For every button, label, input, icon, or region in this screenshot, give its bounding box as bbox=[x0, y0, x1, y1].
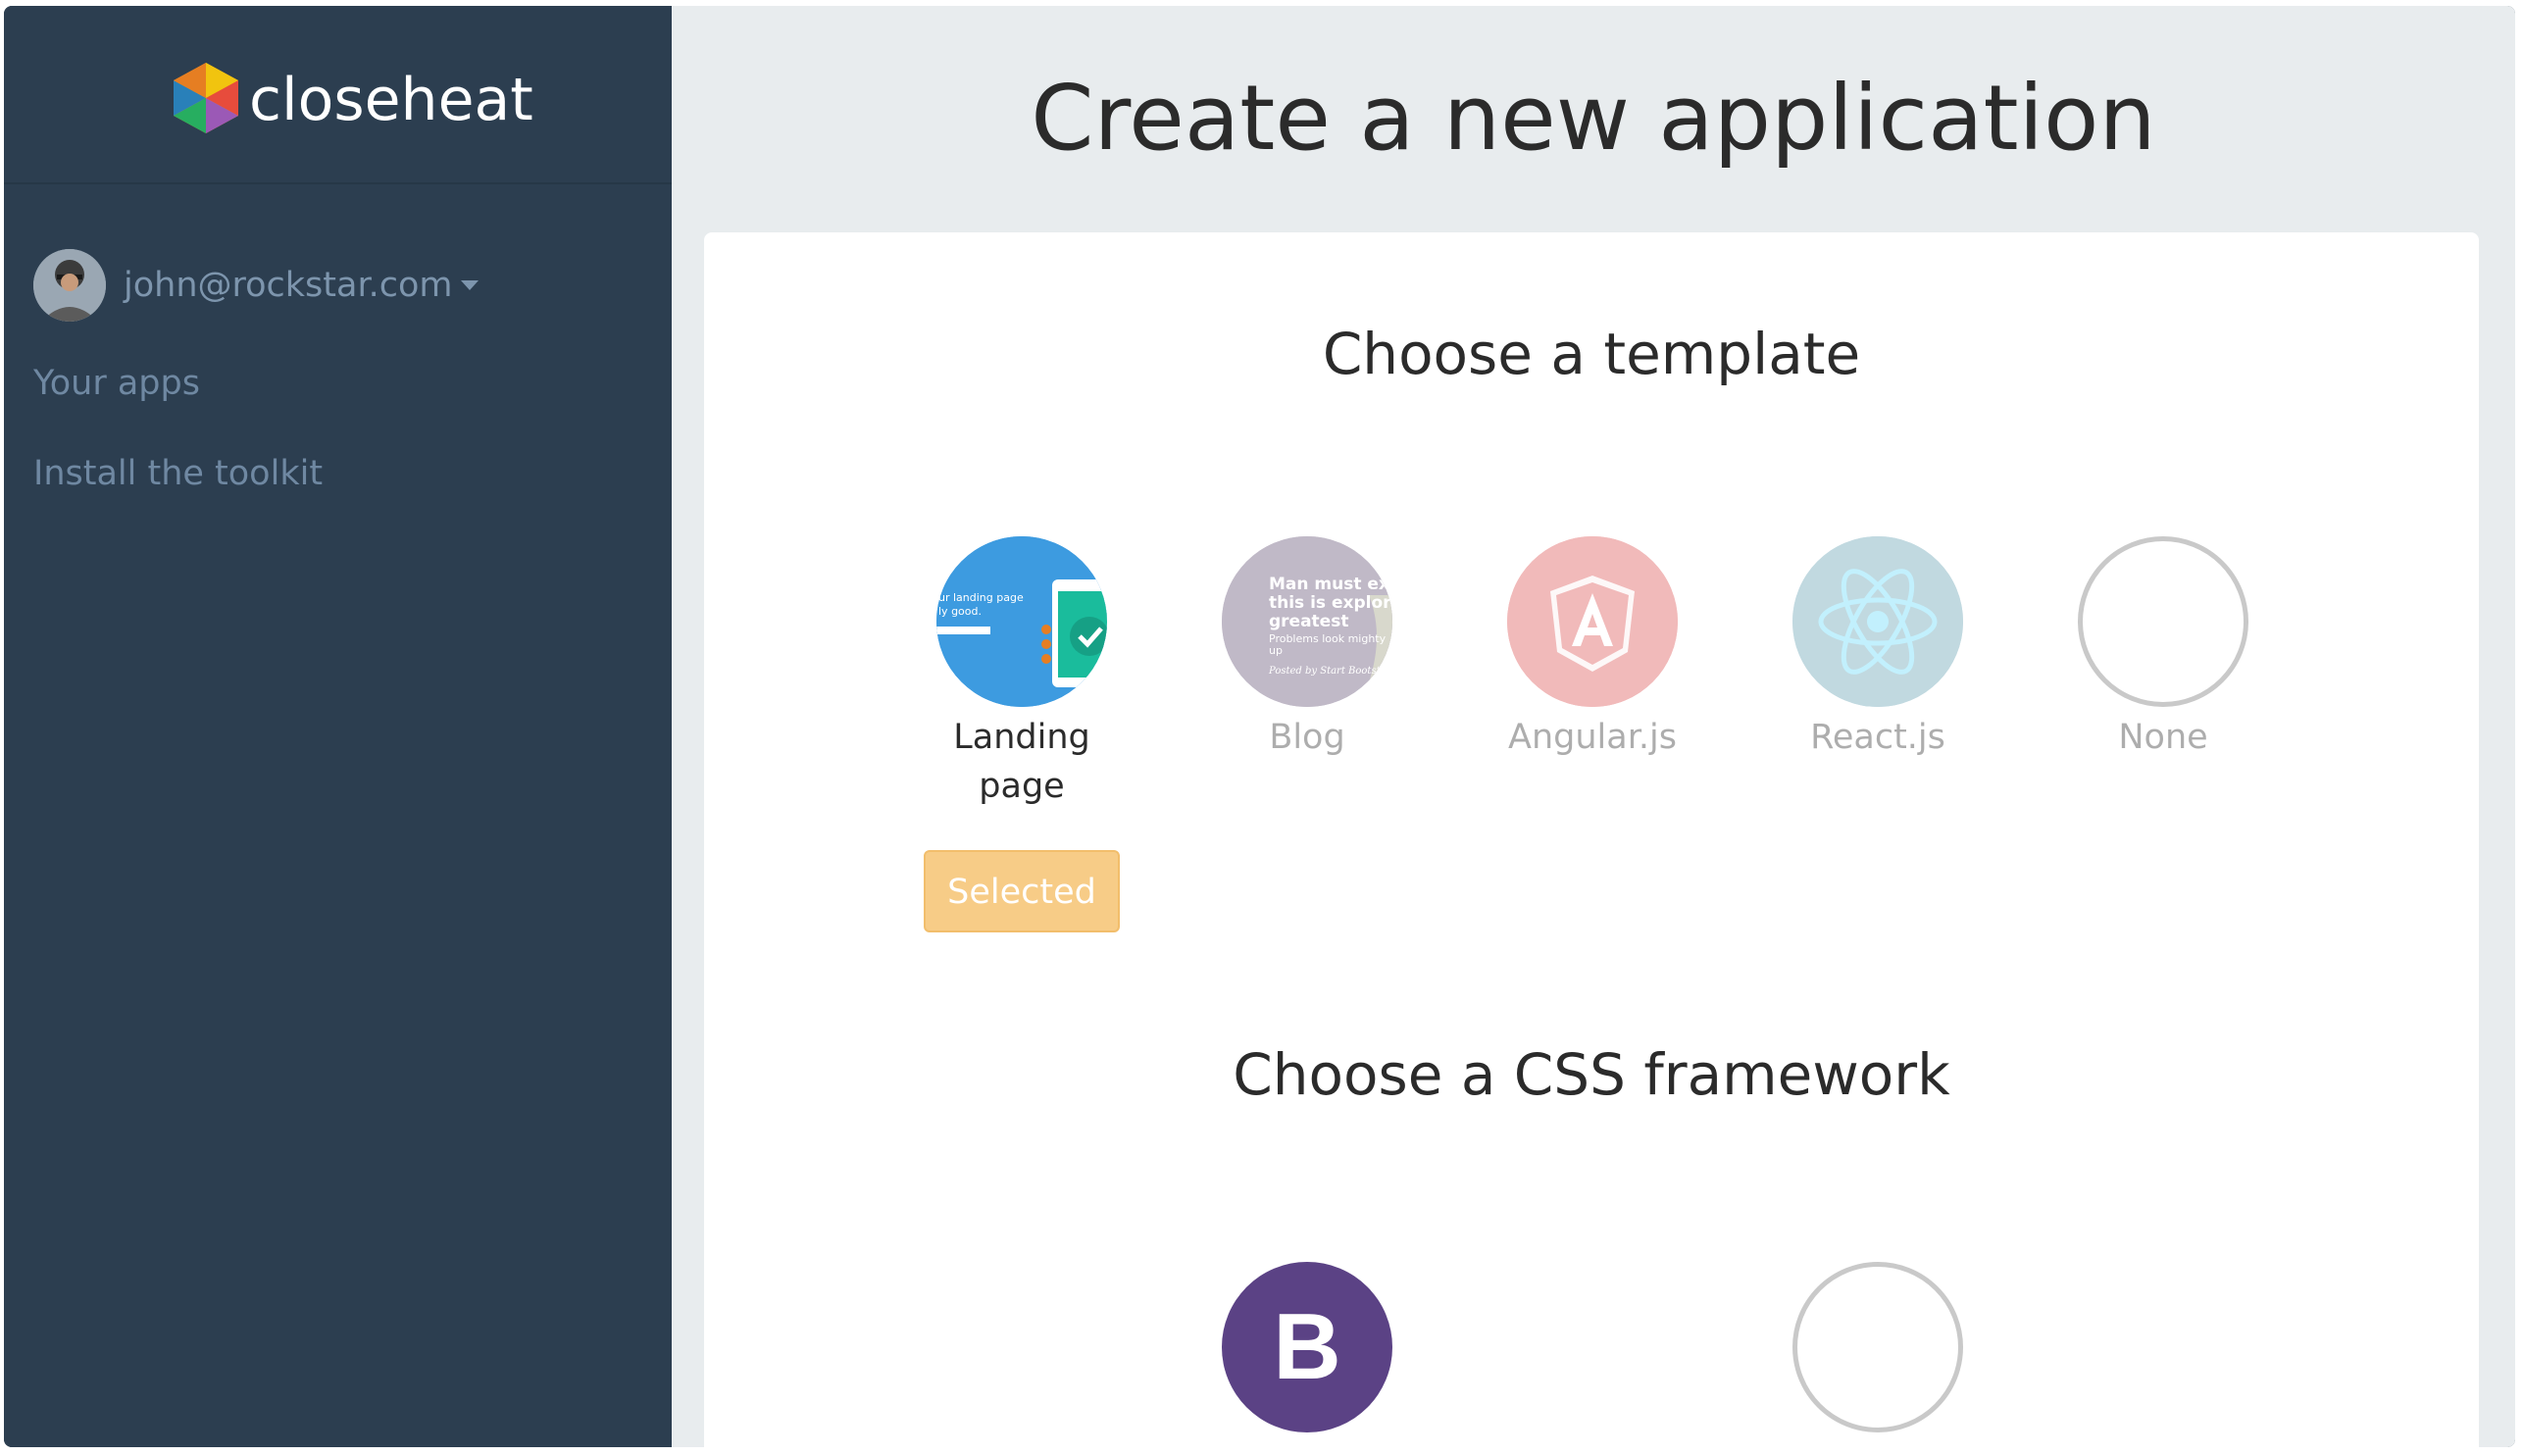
main-content: Create a new application Choose a templa… bbox=[672, 6, 2515, 1447]
empty-circle-icon bbox=[2078, 536, 2248, 707]
svg-text:ur landing page: ur landing page bbox=[938, 591, 1024, 604]
user-avatar[interactable] bbox=[33, 249, 106, 322]
template-option-react[interactable]: React.js bbox=[1765, 536, 1991, 762]
template-option-angular[interactable]: Angular.js bbox=[1480, 536, 1705, 762]
react-icon bbox=[1792, 536, 1963, 707]
blog-thumb-line-3: greatest bbox=[1269, 612, 1348, 631]
template-option-none[interactable]: None bbox=[2050, 536, 2276, 762]
svg-text:ly good.: ly good. bbox=[938, 605, 982, 618]
nav-install-toolkit[interactable]: Install the toolkit bbox=[33, 454, 323, 493]
bootstrap-letter: B bbox=[1273, 1294, 1341, 1399]
blog-thumb-line-1: Man must ex bbox=[1269, 575, 1389, 594]
blog-thumbnail: Man must ex this is explora greatest Pro… bbox=[1222, 536, 1392, 707]
brand-name[interactable]: closeheat bbox=[249, 61, 533, 139]
user-email[interactable]: john@rockstar.com bbox=[124, 266, 453, 305]
app-window: closeheat john@rockstar.com Your apps In… bbox=[4, 6, 2515, 1447]
blog-thumb-line-6: Posted by Start Bootstr bbox=[1268, 666, 1387, 677]
user-menu[interactable]: john@rockstar.com bbox=[33, 246, 479, 325]
css-section-title: Choose a CSS framework bbox=[1233, 1041, 1950, 1108]
template-label-angular: Angular.js bbox=[1508, 718, 1677, 757]
nav-your-apps[interactable]: Your apps bbox=[33, 364, 200, 403]
template-label-none: None bbox=[2118, 718, 2208, 757]
template-label-blog: Blog bbox=[1269, 718, 1345, 757]
template-section-title: Choose a template bbox=[1322, 321, 1861, 387]
new-app-card: Choose a template ur landing page ly goo… bbox=[704, 232, 2479, 1447]
sidebar: closeheat john@rockstar.com Your apps In… bbox=[4, 6, 672, 1447]
css-option-none[interactable] bbox=[1765, 1262, 1991, 1432]
landing-page-thumbnail: ur landing page ly good. bbox=[936, 536, 1107, 707]
css-option-bootstrap[interactable]: B bbox=[1194, 1262, 1420, 1432]
blog-thumb-line-5: up bbox=[1269, 644, 1283, 657]
template-option-blog[interactable]: Man must ex this is explora greatest Pro… bbox=[1194, 536, 1420, 762]
template-label-react: React.js bbox=[1810, 718, 1945, 757]
hexagon-logo-icon[interactable] bbox=[174, 63, 238, 133]
selected-button[interactable]: Selected bbox=[924, 850, 1120, 932]
template-label-landing-page: Landing page bbox=[953, 718, 1090, 806]
blog-thumb-line-4: Problems look mighty bbox=[1269, 632, 1387, 645]
brand-header: closeheat bbox=[4, 6, 672, 184]
blog-thumb-line-2: this is explora bbox=[1269, 593, 1392, 613]
chevron-down-icon[interactable] bbox=[460, 280, 479, 290]
page-title: Create a new application bbox=[1031, 66, 2156, 171]
empty-circle-icon bbox=[1792, 1262, 1963, 1432]
template-option-landing-page[interactable]: ur landing page ly good. Landing page bbox=[909, 536, 1135, 811]
angular-icon bbox=[1507, 536, 1678, 707]
bootstrap-icon: B bbox=[1222, 1262, 1392, 1432]
